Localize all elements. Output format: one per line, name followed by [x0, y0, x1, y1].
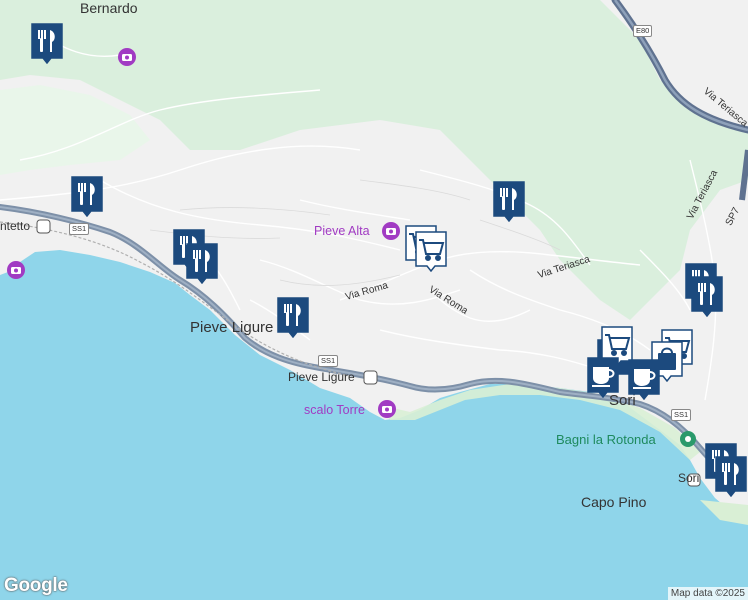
fork-knife-icon: [277, 297, 309, 339]
town-label-capo-pino: Capo Pino: [581, 494, 647, 510]
fork-knife-icon: [186, 243, 218, 285]
town-label-pieve-ligure: Pieve Ligure: [190, 319, 274, 336]
fork-knife-icon: [71, 176, 103, 218]
station-label-sori: Sori: [678, 471, 700, 485]
train-station-icon[interactable]: [36, 219, 51, 234]
shopping-cart-icon: [415, 231, 447, 273]
camera-icon[interactable]: [7, 261, 25, 279]
cafe-marker[interactable]: [627, 358, 661, 401]
road-shield-ss1: SS1: [318, 355, 339, 367]
camera-icon[interactable]: [382, 222, 400, 240]
restaurant-marker[interactable]: [714, 455, 748, 498]
restaurant-marker[interactable]: [30, 22, 64, 65]
poi-label-pieve-alta[interactable]: Pieve Alta: [314, 225, 370, 238]
restaurant-marker[interactable]: [70, 175, 104, 218]
road-shield-ss1: SS1: [671, 409, 692, 421]
map-data-attribution[interactable]: Map data ©2025: [667, 587, 748, 600]
road-shield-e80: E80: [633, 25, 653, 37]
coffee-cup-icon: [587, 357, 619, 399]
park-marker-dot: [685, 436, 691, 442]
google-logo[interactable]: Google: [4, 575, 68, 597]
restaurant-marker[interactable]: [492, 180, 526, 223]
restaurant-marker[interactable]: [185, 242, 219, 285]
fork-knife-icon: [715, 456, 747, 498]
road-shield-ss1: SS1: [69, 223, 90, 235]
station-label-pieve-ligure[interactable]: Pieve Ligure: [288, 371, 355, 383]
train-station-icon[interactable]: [363, 370, 378, 385]
fork-knife-icon: [31, 23, 63, 65]
restaurant-marker[interactable]: [690, 275, 724, 318]
town-label-ontetto: ntetto: [0, 219, 31, 233]
coffee-cup-icon: [628, 359, 660, 401]
poi-label-scalo-torre[interactable]: scalo Torre: [304, 404, 365, 417]
shopping-marker[interactable]: [414, 230, 448, 273]
town-label-bernardo: Bernardo: [80, 0, 138, 16]
cafe-marker[interactable]: [586, 356, 620, 399]
camera-icon[interactable]: [118, 48, 136, 66]
map-canvas[interactable]: [0, 0, 748, 600]
fork-knife-icon: [691, 276, 723, 318]
poi-label-bagni-la-rotonda[interactable]: Bagni la Rotonda: [556, 433, 656, 446]
camera-icon[interactable]: [378, 400, 396, 418]
restaurant-marker[interactable]: [276, 296, 310, 339]
fork-knife-icon: [493, 181, 525, 223]
